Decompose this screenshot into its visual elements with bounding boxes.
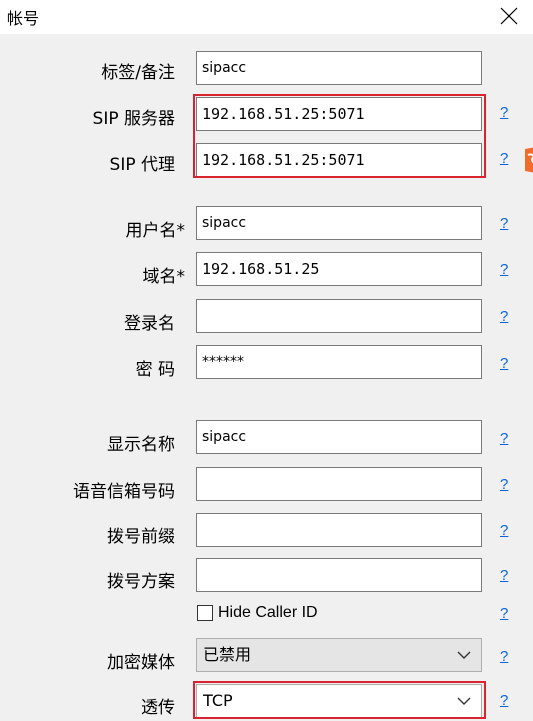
close-button[interactable] <box>484 0 533 32</box>
domain-help-link[interactable]: ? <box>500 261 508 278</box>
label-note-input[interactable]: sipacc <box>196 51 482 85</box>
display-name-help-link[interactable]: ? <box>500 430 508 447</box>
display-name-input[interactable]: sipacc <box>196 420 482 454</box>
transport-label: 透传 <box>141 698 175 718</box>
username-help-link[interactable]: ? <box>500 215 508 232</box>
encryption-value: 已禁用 <box>203 645 252 664</box>
login-input[interactable] <box>196 299 482 333</box>
password-label: 密 码 <box>135 360 175 380</box>
hide-caller-id-help-link[interactable]: ? <box>500 605 508 622</box>
sip-proxy-help-link[interactable]: ? <box>500 150 508 167</box>
voicemail-help-link[interactable]: ? <box>500 476 508 493</box>
display-name-label: 显示名称 <box>107 435 175 455</box>
checkbox-box[interactable] <box>197 605 213 621</box>
domain-label: 域名* <box>142 267 186 287</box>
password-input[interactable]: ****** <box>196 345 482 379</box>
close-icon <box>500 7 518 25</box>
title-bar: 帐号 <box>0 0 533 34</box>
dial-prefix-help-link[interactable]: ? <box>500 522 508 539</box>
window-title: 帐号 <box>7 9 40 28</box>
password-help-link[interactable]: ? <box>500 355 508 372</box>
voicemail-input[interactable] <box>196 467 482 501</box>
dial-plan-input[interactable] <box>196 558 482 592</box>
login-label: 登录名 <box>124 314 175 334</box>
domain-input[interactable]: 192.168.51.25 <box>196 252 482 286</box>
voicemail-label: 语音信箱号码 <box>73 482 175 502</box>
encryption-help-link[interactable]: ? <box>500 648 508 665</box>
username-input[interactable]: sipacc <box>196 206 482 240</box>
sip-server-help-link[interactable]: ? <box>500 104 508 121</box>
sip-highlight-box <box>193 94 486 178</box>
transport-highlight-box <box>193 681 486 719</box>
encryption-select[interactable]: 已禁用 <box>196 638 482 672</box>
dial-prefix-input[interactable] <box>196 513 482 547</box>
label-note-label: 标签/备注 <box>101 63 175 83</box>
hide-caller-id-label: Hide Caller ID <box>218 604 318 621</box>
side-app-icon <box>525 147 533 173</box>
dial-prefix-label: 拨号前缀 <box>107 527 175 547</box>
login-help-link[interactable]: ? <box>500 308 508 325</box>
encryption-label: 加密媒体 <box>107 653 175 673</box>
chevron-down-icon <box>457 651 471 659</box>
window-right-edge <box>528 34 533 721</box>
sip-proxy-label: SIP 代理 <box>109 155 175 175</box>
dial-plan-help-link[interactable]: ? <box>500 567 508 584</box>
sip-server-label: SIP 服务器 <box>92 109 175 129</box>
transport-help-link[interactable]: ? <box>500 692 508 709</box>
dial-plan-label: 拨号方案 <box>107 572 175 592</box>
username-label: 用户名* <box>125 221 186 241</box>
